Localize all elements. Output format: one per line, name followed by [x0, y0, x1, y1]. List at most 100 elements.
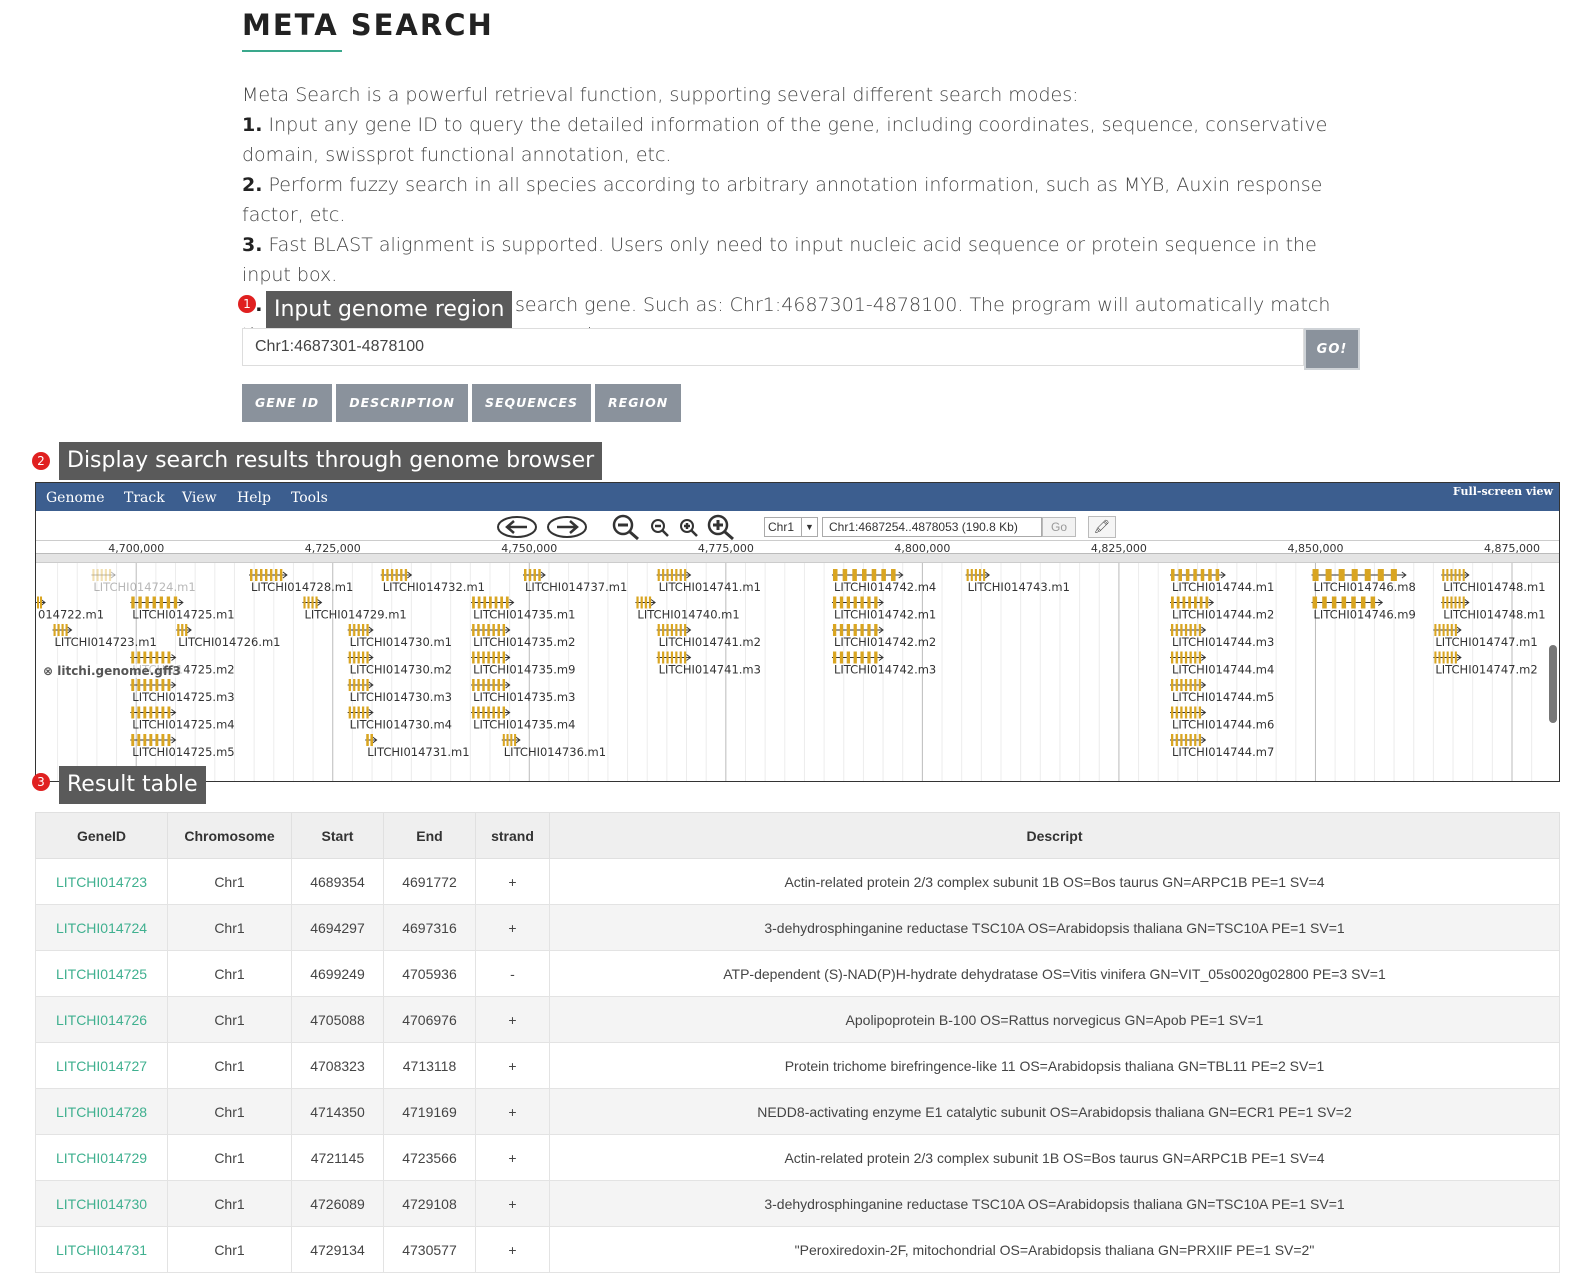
gene-feature[interactable]: LITCHI014725.m5	[130, 734, 235, 759]
cell-start: 4694297	[291, 904, 384, 951]
gene-feature[interactable]: LITCHI014730.m2	[347, 651, 452, 677]
browser-toolbar: Chr1 ▼ Chr1:4687254..4878053 (190.8 Kb) …	[36, 511, 1559, 541]
gene-feature[interactable]: LITCHI014735.m3	[471, 679, 575, 704]
gene-feature[interactable]: LITCHI014730.m3	[347, 679, 452, 704]
location-input[interactable]: Chr1:4687254..4878053 (190.8 Kb)	[822, 517, 1042, 537]
track-label[interactable]: ⊗ litchi.genome.gff3	[40, 664, 184, 678]
gene-id-link[interactable]: LITCHI014725	[35, 950, 168, 997]
gene-id-link[interactable]: LITCHI014730	[35, 1180, 168, 1227]
gene-feature[interactable]: LITCHI014742.m4	[831, 569, 936, 594]
cell-description: 3-dehydrosphinganine reductase TSC10A OS…	[549, 1180, 1560, 1227]
gene-feature[interactable]: LITCHI014729.m1	[302, 596, 407, 622]
gene-feature[interactable]: LITCHI014735.m9	[471, 651, 575, 677]
table-row: LITCHI014724 Chr1 4694297 4697316 + 3-de…	[35, 904, 1560, 951]
gene-feature[interactable]: LITCHI014735.m2	[471, 624, 575, 649]
tab-sequences[interactable]: SEQUENCES	[471, 384, 592, 422]
menu-tools[interactable]: Tools	[291, 483, 328, 511]
tab-gene-id[interactable]: GENE ID	[242, 384, 333, 422]
column-header[interactable]: Start	[291, 812, 384, 859]
highlight-icon[interactable]: 🖍	[1088, 516, 1116, 538]
column-header[interactable]: strand	[475, 812, 550, 859]
menu-track[interactable]: Track	[124, 483, 165, 511]
gene-id-link[interactable]: LITCHI014727	[35, 1042, 168, 1089]
gene-feature[interactable]: LITCHI014728.m1	[249, 569, 353, 594]
gene-feature[interactable]: LITCHI014737.m1	[522, 569, 627, 594]
gene-feature[interactable]: LITCHI014726.m1	[176, 624, 281, 649]
zoom-out-icon[interactable]	[649, 518, 671, 538]
gene-feature[interactable]: LITCHI014723.m1	[52, 624, 157, 649]
go-button[interactable]: GO!	[1304, 328, 1360, 370]
gene-feature[interactable]: LITCHI014742.m3	[831, 651, 936, 677]
gene-feature[interactable]: 014722.m1	[36, 596, 104, 622]
pan-right-icon[interactable]	[546, 515, 588, 539]
intro-lead: Meta Search is a powerful retrieval func…	[242, 84, 1079, 106]
gene-feature-label: LITCHI014736.m1	[504, 745, 606, 759]
gene-feature[interactable]: LITCHI014746.m9	[1311, 596, 1416, 622]
intro-item-text: Perform fuzzy search in all species acco…	[242, 174, 1323, 226]
cell-start: 4721145	[291, 1134, 384, 1181]
gene-feature[interactable]: LITCHI014736.m1	[501, 734, 606, 759]
scale-bar[interactable]	[36, 553, 1559, 563]
gene-feature[interactable]: LITCHI014735.m1	[471, 596, 575, 622]
gene-id-link[interactable]: LITCHI014726	[35, 996, 168, 1043]
gene-feature[interactable]: LITCHI014725.m3	[130, 679, 235, 704]
gene-feature[interactable]: LITCHI014744.m2	[1170, 596, 1274, 622]
zoom-in-icon[interactable]	[678, 518, 700, 538]
gene-feature[interactable]: LITCHI014742.m2	[831, 624, 936, 649]
menu-view[interactable]: View	[182, 483, 217, 511]
gene-feature[interactable]: LITCHI014744.m7	[1170, 734, 1274, 759]
gene-feature[interactable]: LITCHI014747.m1	[1433, 624, 1538, 649]
column-header[interactable]: Chromosome	[167, 812, 292, 859]
gene-feature[interactable]: LITCHI014744.m4	[1170, 651, 1274, 677]
cell-chromosome: Chr1	[167, 1180, 292, 1227]
zoom-out-large-icon[interactable]	[611, 514, 641, 540]
gene-feature-label: LITCHI014744.m3	[1172, 635, 1274, 649]
track-scrollbar[interactable]	[1549, 645, 1557, 723]
gene-feature[interactable]: LITCHI014735.m4	[471, 706, 575, 732]
gene-feature-label: LITCHI014735.m9	[473, 663, 575, 677]
gene-feature[interactable]: LITCHI014748.m1	[1441, 569, 1546, 594]
menu-genome[interactable]: Genome	[46, 483, 104, 511]
gene-feature[interactable]: LITCHI014744.m1	[1170, 569, 1274, 594]
gene-feature[interactable]: LITCHI014742.m1	[831, 596, 936, 622]
gene-feature[interactable]: LITCHI014730.m4	[347, 706, 452, 732]
gene-feature[interactable]: LITCHI014724.m1	[91, 569, 196, 594]
menu-help[interactable]: Help	[237, 483, 271, 511]
browser-go-button[interactable]: Go	[1042, 517, 1076, 537]
gene-feature-label: LITCHI014732.m1	[383, 580, 485, 594]
tab-region[interactable]: REGION	[595, 384, 682, 422]
gene-feature[interactable]: LITCHI014744.m3	[1170, 624, 1274, 649]
gene-feature-label: LITCHI014735.m4	[473, 718, 575, 732]
gene-id-link[interactable]: LITCHI014728	[35, 1088, 168, 1135]
gene-feature-label: LITCHI014748.m1	[1443, 608, 1545, 622]
fullscreen-link[interactable]: Full-screen view	[1453, 483, 1553, 501]
column-header[interactable]: Descript	[549, 812, 1560, 859]
search-input[interactable]	[242, 328, 1304, 366]
result-table: GeneID Chromosome Start End strand Descr…	[35, 812, 1560, 1273]
gene-feature[interactable]: LITCHI014747.m2	[1433, 651, 1538, 677]
gene-feature[interactable]: LITCHI014744.m6	[1170, 706, 1274, 732]
cell-end: 4723566	[383, 1134, 476, 1181]
gene-id-link[interactable]: LITCHI014731	[35, 1226, 168, 1273]
gene-feature[interactable]: LITCHI014744.m5	[1170, 679, 1274, 704]
zoom-in-large-icon[interactable]	[706, 514, 736, 540]
gene-feature[interactable]: LITCHI014748.m1	[1441, 596, 1546, 622]
gene-id-link[interactable]: LITCHI014729	[35, 1134, 168, 1181]
gene-feature[interactable]: LITCHI014732.m1	[380, 569, 485, 594]
gene-id-link[interactable]: LITCHI014723	[35, 858, 168, 905]
table-row: LITCHI014725 Chr1 4699249 4705936 - ATP-…	[35, 950, 1560, 997]
gene-feature[interactable]: LITCHI014731.m1	[365, 734, 470, 759]
gene-feature[interactable]: LITCHI014725.m4	[130, 706, 235, 732]
gene-feature[interactable]: LITCHI014746.m8	[1311, 569, 1416, 594]
pan-left-icon[interactable]	[496, 515, 538, 539]
gene-feature[interactable]: LITCHI014730.m1	[347, 624, 452, 649]
gene-feature[interactable]: LITCHI014740.m1	[635, 596, 740, 622]
gene-id-link[interactable]: LITCHI014724	[35, 904, 168, 951]
chromosome-select[interactable]: Chr1 ▼	[764, 517, 818, 537]
cell-end: 4697316	[383, 904, 476, 951]
column-header[interactable]: GeneID	[35, 812, 168, 859]
gene-feature[interactable]: LITCHI014725.m1	[130, 596, 235, 622]
track-name: litchi.genome.gff3	[57, 664, 181, 678]
column-header[interactable]: End	[383, 812, 476, 859]
tab-description[interactable]: DESCRIPTION	[336, 384, 468, 422]
